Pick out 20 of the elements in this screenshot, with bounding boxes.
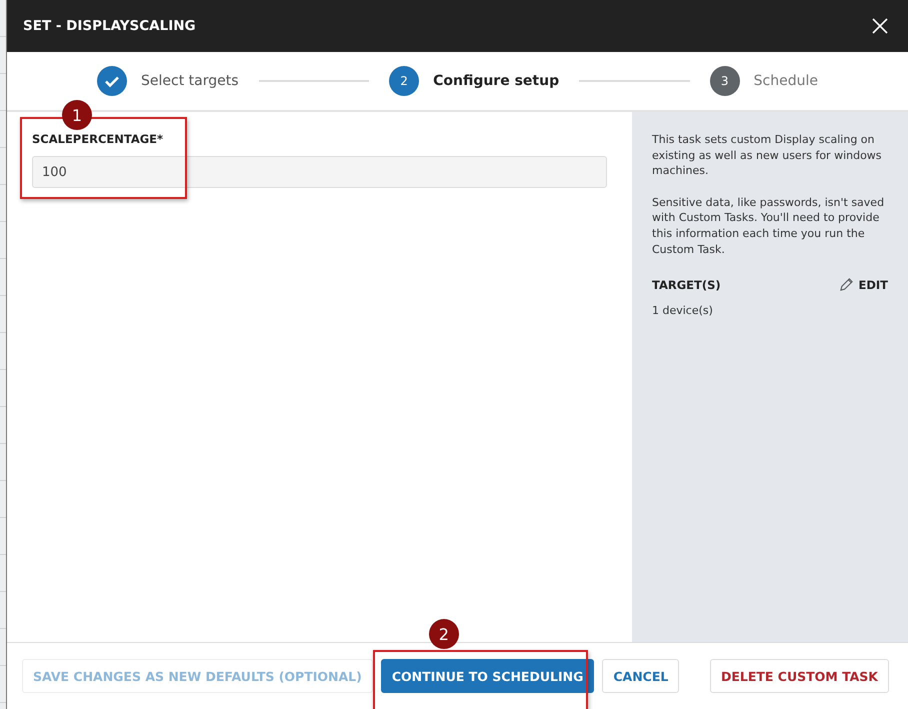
- footer-button[interactable]: DELETE CUSTOM TASK: [710, 659, 889, 693]
- edit-button[interactable]: EDIT: [839, 277, 888, 292]
- step-label[interactable]: Configure setup: [433, 73, 560, 89]
- step-label[interactable]: Schedule: [754, 73, 818, 89]
- info-text: This task sets custom Display scaling on existing as well as new users for windows machines.: [652, 132, 883, 179]
- footer-button[interactable]: CONTINUE TO SCHEDULING: [380, 659, 594, 693]
- field-label: SCALEPERCENTAGE*: [32, 132, 164, 146]
- step-label[interactable]: Select targets: [141, 73, 239, 89]
- dialog-title: SET - DISPLAYSCALING: [23, 18, 196, 34]
- info-text: Sensitive data, like passwords, isn't saved with Custom Tasks. You'll need to provide this information each time you run the Custom Task.: [652, 194, 886, 258]
- close-icon[interactable]: [872, 18, 888, 34]
- step-number: 3: [710, 66, 740, 96]
- footer-button[interactable]: CANCEL: [602, 659, 680, 693]
- input-field[interactable]: 100: [32, 156, 607, 188]
- targets-value: 1 device(s): [652, 304, 714, 318]
- step-number: 2: [389, 66, 420, 96]
- section-label: TARGET(S): [652, 278, 721, 292]
- pencil-icon: [839, 277, 854, 292]
- annotation-marker: 1: [62, 100, 92, 130]
- annotation-marker: 2: [428, 619, 459, 649]
